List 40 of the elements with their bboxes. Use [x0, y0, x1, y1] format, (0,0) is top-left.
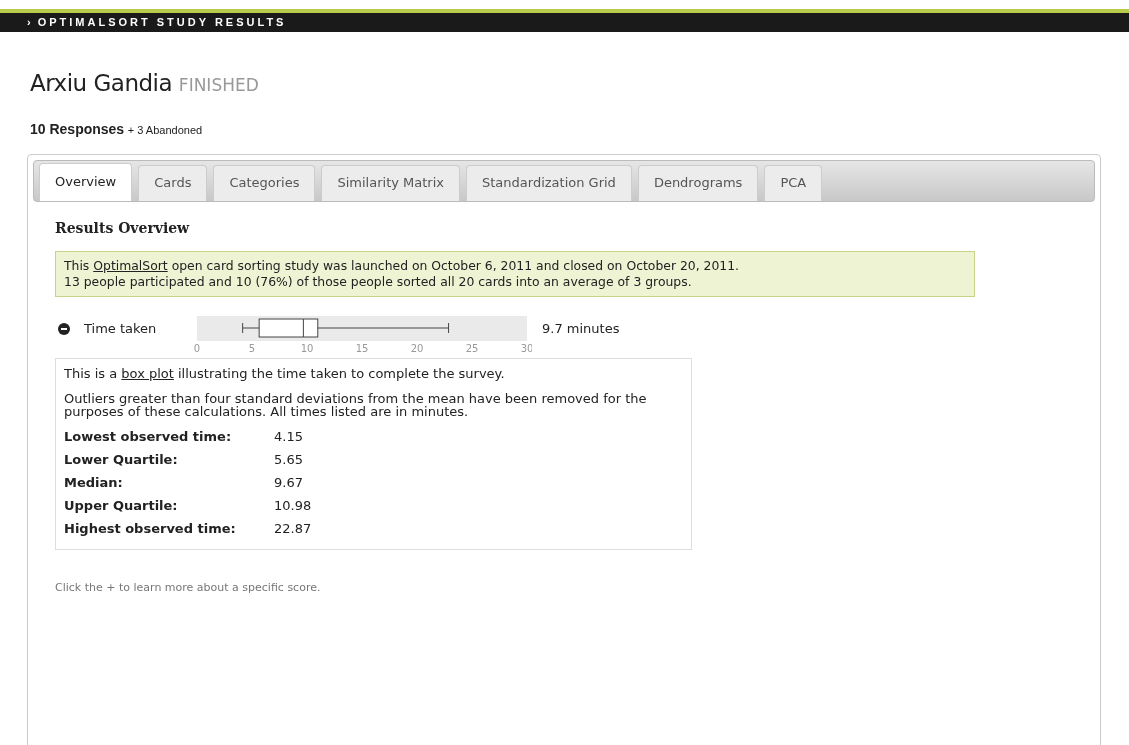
stat-label: Highest observed time: — [64, 521, 237, 535]
tab[interactable]: Dendrograms — [637, 164, 759, 201]
tab[interactable]: Cards — [138, 164, 208, 201]
response-count: 10 Responses — [30, 120, 125, 137]
axis-tick: 10 — [300, 342, 314, 354]
help-text: Click the + to learn more about a specific score. — [55, 579, 322, 596]
intro-text: This is a box plot illustrating the time taken to complete the survey. — [64, 366, 506, 380]
study-status: FINISHED — [178, 75, 259, 95]
stat-value: 5.65 — [274, 452, 303, 466]
stat-label: Lowest observed time: — [64, 429, 233, 443]
tab[interactable]: Categories — [213, 164, 316, 201]
axis-tick: 5 — [248, 342, 256, 354]
stat-label: Upper Quartile: — [64, 498, 179, 512]
abandoned-count: + 3 Abandoned — [127, 123, 203, 136]
axis-tick: 15 — [355, 342, 369, 354]
stat-label: Lower Quartile: — [64, 452, 179, 466]
tab[interactable]: PCA — [764, 164, 823, 201]
axis-tick: 30 — [520, 342, 532, 354]
section-title: Results Overview — [55, 218, 191, 238]
axis-tick: 20 — [410, 342, 424, 354]
metric-label: Time taken — [84, 319, 158, 338]
app-title: OPTIMALSORT STUDY RESULTS — [37, 15, 287, 31]
study-name: Arxiu Gandia — [30, 70, 173, 96]
axis-tick: 0 — [193, 342, 201, 354]
tab[interactable]: Similarity Matrix — [321, 164, 460, 201]
stat-value: 4.15 — [274, 429, 303, 443]
metric-reading: 9.7 minutes — [542, 319, 620, 338]
axis-tick: 25 — [465, 342, 479, 354]
tab[interactable]: Standardization Grid — [466, 164, 632, 201]
stat-value: 9.67 — [274, 475, 303, 489]
stat-value: 10.98 — [274, 498, 312, 512]
product-link[interactable]: OptimalSort — [93, 257, 168, 273]
chevron-icon: › — [27, 14, 34, 31]
collapse-icon[interactable] — [58, 322, 70, 335]
glossary-link[interactable]: box plot — [121, 365, 174, 381]
note-text: Outliers greater than four standard deviations from the mean have been removed for the purposes of these calculations. All times listed are in minutes. — [64, 391, 648, 418]
stat-value: 22.87 — [274, 521, 312, 535]
stat-label: Median: — [64, 475, 124, 489]
summary-text: This OptimalSort open card sorting study was launched on October 6, 2011 and closed on October 20, 2011. 13 people participated and 10 (76%) of those people sorted all 20 cards into an average of 3 groups. — [64, 257, 741, 290]
tab[interactable]: Overview — [39, 162, 133, 201]
